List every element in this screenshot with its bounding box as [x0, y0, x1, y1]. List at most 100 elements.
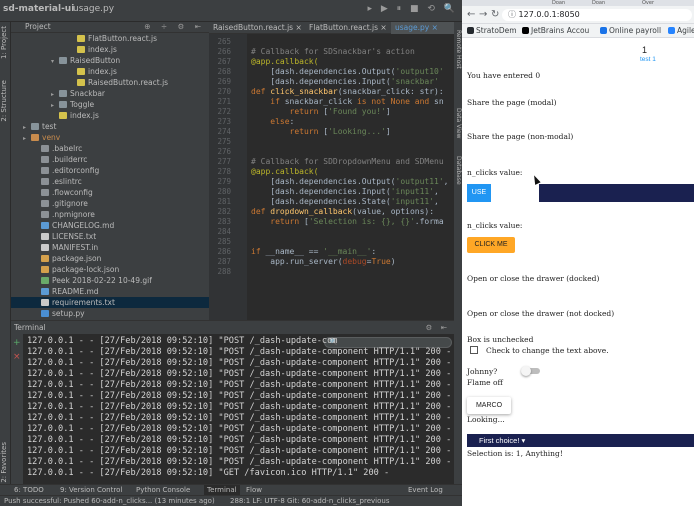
code-line[interactable]: 269 [dash.dependencies.Input('snackbar' — [209, 77, 454, 87]
code-line[interactable]: 279 [dash.dependencies.Output('output11'… — [209, 177, 454, 187]
tree-item[interactable]: .npmignore — [11, 209, 209, 220]
marco-button[interactable]: MARCO — [467, 397, 511, 414]
share-nonmodal-link[interactable]: Share the page (non-modal) — [467, 132, 573, 141]
tool-tab-favorites[interactable]: 2: Favorites — [0, 442, 11, 483]
code-line[interactable]: 286 if __name__ == '__main__': — [209, 247, 454, 257]
editor-tab[interactable]: RaisedButton.react.js × — [209, 22, 305, 34]
tree-item[interactable]: index.js — [11, 110, 209, 121]
tree-item[interactable]: .flowconfig — [11, 187, 209, 198]
status-message[interactable]: Push successful: Pushed 60-add-n_clicks.… — [4, 497, 215, 505]
code-line[interactable]: 274 return ['Looking...'] — [209, 127, 454, 137]
tree-item[interactable]: ▸ Snackbar — [11, 88, 209, 99]
tool-window-tab[interactable]: Python Console — [136, 486, 190, 494]
tree-item[interactable]: Peek 2018-02-22 10-49.gif — [11, 275, 209, 286]
code-editor[interactable]: 265 266 # Callback for SDSnackbar's action… — [209, 34, 454, 320]
code-line[interactable]: 275 — [209, 137, 454, 147]
share-modal-link[interactable]: Share the page (modal) — [467, 98, 557, 107]
project-panel-title[interactable]: Project — [25, 22, 51, 31]
code-line[interactable]: 267 @app.callback( — [209, 57, 454, 67]
tool-window-tab[interactable]: Flow — [246, 486, 262, 494]
code-line[interactable]: 278 @app.callback( — [209, 167, 454, 177]
forward-arrow-icon[interactable]: → — [479, 9, 487, 21]
editor-tab[interactable]: usage.py × — [391, 22, 462, 34]
bookmark[interactable]: StratoDem — [467, 26, 517, 36]
tree-item[interactable]: package-lock.json — [11, 264, 209, 275]
code-line[interactable]: 270 def click_snackbar(snackbar_click: st… — [209, 87, 454, 97]
bookmark[interactable]: JetBrains Accou — [522, 26, 589, 36]
terminal-settings-icons[interactable]: ⚙ ⇤ — [426, 323, 450, 332]
project-name[interactable]: sd-material-ui — [3, 4, 74, 14]
tab-link[interactable]: test 1 — [640, 56, 656, 63]
code-text: if snackbar_click is not None and sn — [270, 97, 444, 106]
tree-item[interactable]: index.js — [11, 44, 209, 55]
tree-item[interactable]: package.json — [11, 253, 209, 264]
code-line[interactable]: 283 return ['Selection is: {}, {}'.forma — [209, 217, 454, 227]
project-panel-icons[interactable]: ⊕ ÷ ⚙ ⇤ — [144, 22, 205, 31]
tree-item[interactable]: ▸ venv — [11, 132, 209, 143]
code-line[interactable]: 288 — [209, 267, 454, 277]
bookmark[interactable]: Online payroll — [600, 26, 661, 36]
status-info[interactable]: 288:1 LF: UTF-8 Git: 60-add-n_clicks_pre… — [230, 497, 389, 505]
code-line[interactable]: 268 [dash.dependencies.Output('output10' — [209, 67, 454, 77]
file-icon — [41, 310, 49, 317]
code-line[interactable]: 282 def dropdown_callback(value, options)… — [209, 207, 454, 217]
back-arrow-icon[interactable]: ← — [467, 9, 475, 21]
terminal-panel[interactable]: Terminal ⚙ ⇤ + × 🔍 127.0.0.1 - - [27/Feb… — [11, 320, 454, 484]
code-line[interactable]: 271 if snackbar_click is not None and sn — [209, 97, 454, 107]
tree-item[interactable]: .editorconfig — [11, 165, 209, 176]
tree-item[interactable]: ▾ RaisedButton — [11, 55, 209, 66]
code-line[interactable]: 266 # Callback for SDSnackbar's action — [209, 47, 454, 57]
code-line[interactable]: 272 return ['Found you!'] — [209, 107, 454, 117]
bookmark[interactable]: Agile — [668, 26, 694, 36]
tree-item[interactable]: .gitignore — [11, 198, 209, 209]
tree-item[interactable]: index.js — [11, 66, 209, 77]
click-me-button[interactable]: CLICK ME — [467, 237, 515, 253]
tool-window-tab[interactable]: Event Log — [408, 486, 443, 494]
checkbox-label[interactable]: Check to change the text above. — [486, 346, 609, 355]
tool-tab-structure[interactable]: 2: Structure — [0, 80, 11, 122]
tree-item[interactable]: .babelrc — [11, 143, 209, 154]
tree-item[interactable]: FlatButton.react.js — [11, 33, 209, 44]
app-bar-input[interactable] — [491, 184, 539, 202]
tool-window-tab[interactable]: 9: Version Control — [60, 486, 122, 494]
tool-window-tab[interactable]: 6: TODO — [14, 486, 44, 494]
code-line[interactable]: 287 app.run_server(debug=True) — [209, 257, 454, 267]
tree-item[interactable]: README.md — [11, 286, 209, 297]
tree-item[interactable]: RaisedButton.react.js — [11, 77, 209, 88]
use-button[interactable]: USE — [467, 184, 491, 202]
tree-item[interactable]: LICENSE.txt — [11, 231, 209, 242]
tool-tab-data-view[interactable]: Data View — [454, 108, 462, 138]
tree-item-label: LICENSE.txt — [52, 232, 97, 241]
code-line[interactable]: 285 — [209, 237, 454, 247]
reload-icon[interactable]: ↻ — [491, 9, 499, 21]
address-bar[interactable]: ⓘ 127.0.0.1:8050 — [502, 9, 692, 21]
breadcrumb[interactable]: usage.py — [73, 4, 114, 14]
dropdown-menu-button[interactable]: First choice! ▾ — [479, 434, 525, 447]
code-line[interactable]: 265 — [209, 37, 454, 47]
tree-item[interactable]: CHANGELOG.md — [11, 220, 209, 231]
tool-tab-remote-host[interactable]: Remote Host — [454, 30, 462, 69]
code-line[interactable]: 277 # Callback for SDDropdownMenu and SDM… — [209, 157, 454, 167]
tool-tab-project[interactable]: 1: Project — [0, 26, 11, 59]
close-session-icon[interactable]: × — [13, 352, 21, 362]
checkbox[interactable] — [470, 346, 478, 354]
tree-item[interactable]: .builderrc — [11, 154, 209, 165]
toggle-knob[interactable] — [521, 366, 531, 376]
tree-item[interactable]: MANIFEST.in — [11, 242, 209, 253]
tree-item[interactable]: setup.py — [11, 308, 209, 319]
code-line[interactable]: 276 — [209, 147, 454, 157]
editor-tab[interactable]: FlatButton.react.js × — [305, 22, 391, 34]
tree-item[interactable]: ▸ Toggle — [11, 99, 209, 110]
code-line[interactable]: 280 [dash.dependencies.Input('input11', — [209, 187, 454, 197]
new-session-icon[interactable]: + — [13, 338, 21, 348]
tree-item[interactable]: ▸ test — [11, 121, 209, 132]
drawer-not-docked-link[interactable]: Open or close the drawer (not docked) — [467, 309, 614, 318]
tree-item[interactable]: requirements.txt — [11, 297, 209, 308]
code-line[interactable]: 281 [dash.dependencies.State('input11', — [209, 197, 454, 207]
tool-tab-database[interactable]: Database — [454, 156, 462, 185]
code-line[interactable]: 273 else: — [209, 117, 454, 127]
code-line[interactable]: 284 — [209, 227, 454, 237]
tree-item[interactable]: .eslintrc — [11, 176, 209, 187]
run-toolbar-icons[interactable]: ▸ ▶ ⏸ ■ ⟲ 🔍 — [368, 4, 459, 14]
drawer-docked-link[interactable]: Open or close the drawer (docked) — [467, 274, 599, 283]
